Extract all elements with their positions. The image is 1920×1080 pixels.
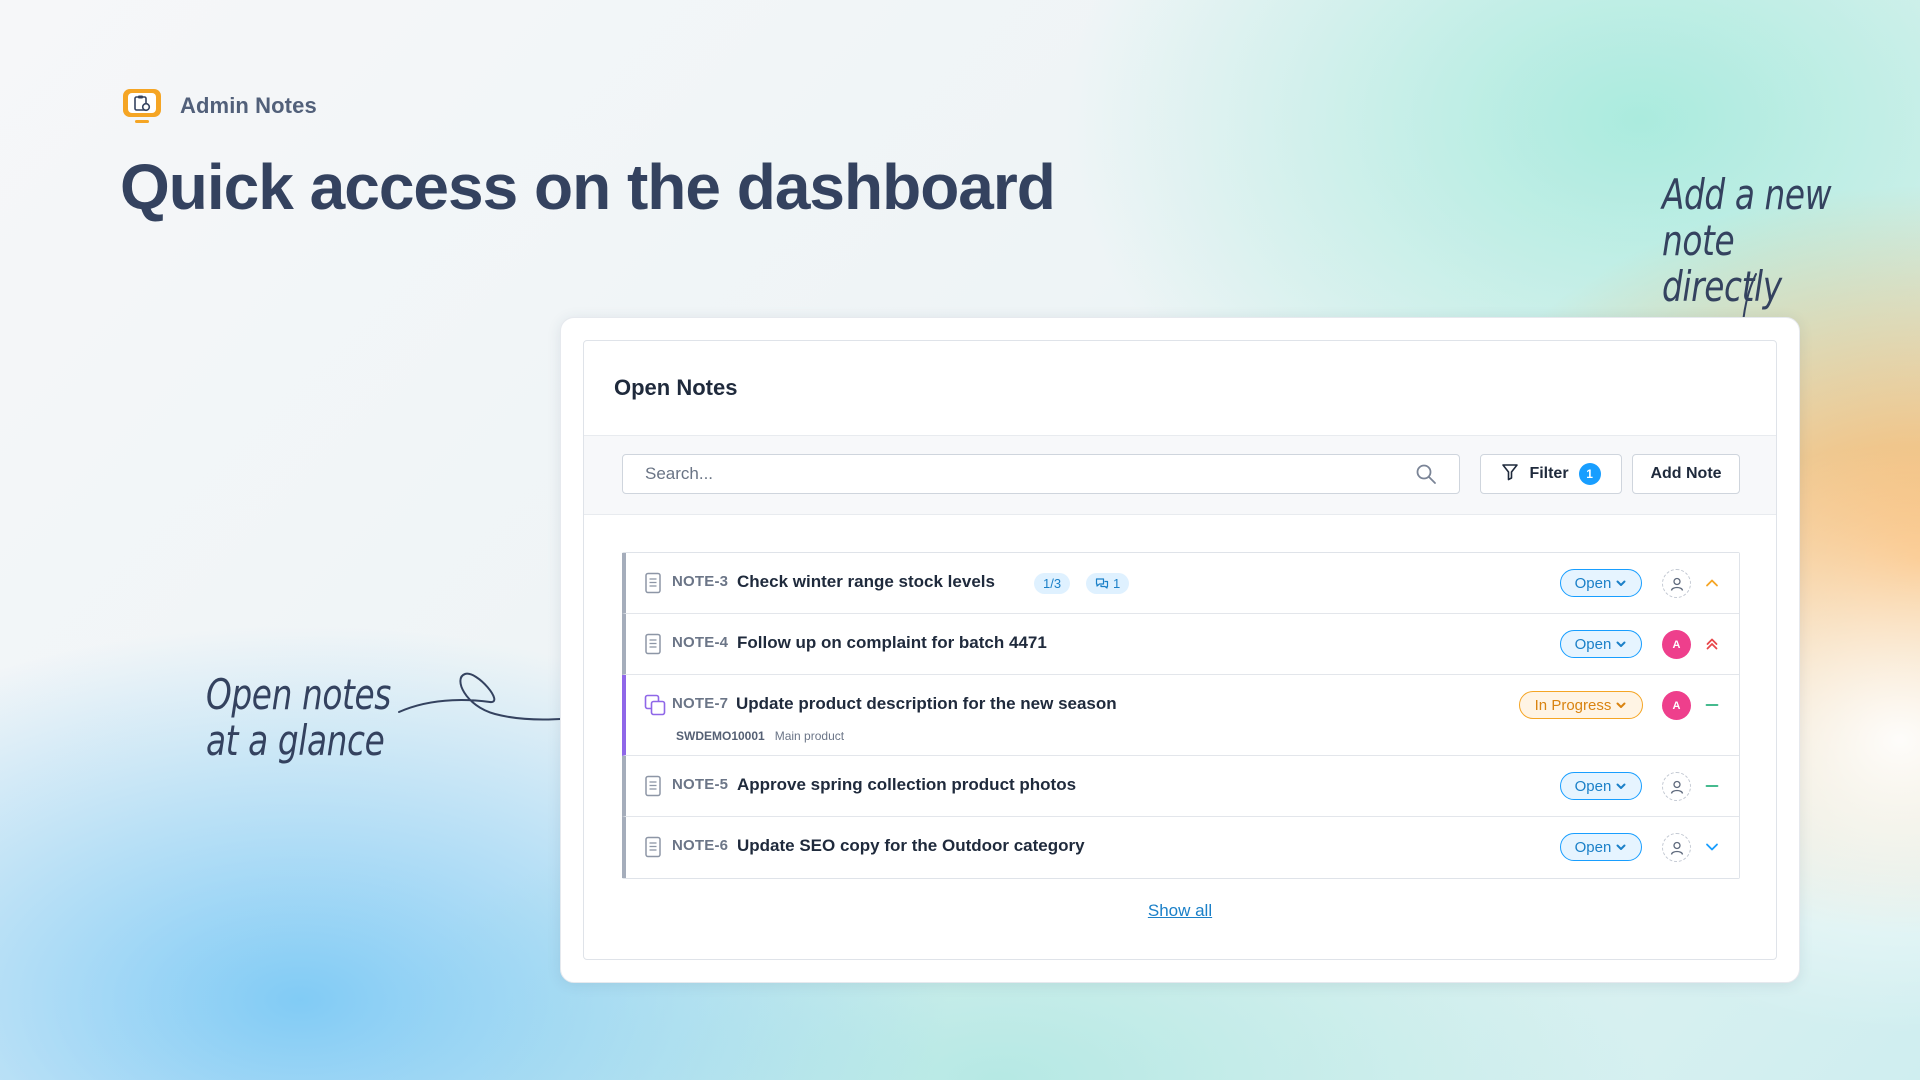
chevron-down-icon [1616, 844, 1626, 850]
note-id: NOTE-5 [672, 776, 729, 793]
app-name: Admin Notes [180, 93, 317, 118]
chevron-down-icon [1616, 702, 1626, 708]
assignee-avatar[interactable]: A [1662, 630, 1691, 659]
show-all-link[interactable]: Show all [584, 901, 1776, 921]
chevron-down-icon [1616, 783, 1626, 789]
widget-toolbar: Filter 1 Add Note [584, 435, 1776, 515]
document-icon [644, 572, 662, 594]
note-id: NOTE-6 [672, 837, 729, 854]
note-row[interactable]: NOTE-6 Update SEO copy for the Outdoor c… [622, 817, 1739, 878]
status-dropdown[interactable]: In Progress [1519, 691, 1643, 719]
unassigned-avatar[interactable] [1662, 833, 1691, 862]
note-id: NOTE-7 [672, 695, 729, 712]
note-row[interactable]: NOTE-4 Follow up on complaint for batch … [622, 614, 1739, 675]
priority-high-icon [1703, 574, 1721, 592]
search-field[interactable] [622, 454, 1460, 494]
search-icon[interactable] [1415, 463, 1437, 485]
status-label: Open [1574, 777, 1612, 795]
status-dropdown[interactable]: Open [1560, 833, 1642, 861]
document-icon [644, 836, 662, 858]
status-label: In Progress [1534, 696, 1612, 714]
priority-low-icon [1703, 838, 1721, 856]
filter-label: Filter [1529, 465, 1569, 482]
priority-medium-icon [1703, 696, 1721, 714]
filter-button[interactable]: Filter 1 [1480, 454, 1622, 494]
status-label: Open [1574, 838, 1612, 856]
add-note-button[interactable]: Add Note [1632, 454, 1740, 494]
chevron-down-icon [1616, 580, 1626, 586]
note-title[interactable]: Update product description for the new s… [736, 694, 1117, 714]
chevron-down-icon [1616, 641, 1626, 647]
search-input[interactable] [623, 464, 1415, 484]
product-reference: SWDEMO10001 Main product [676, 729, 844, 743]
document-icon [644, 775, 662, 797]
open-notes-widget: Open Notes Filter 1 Add Note NOTE-3 Chec… [583, 340, 1777, 960]
comment-icon [1095, 578, 1109, 589]
note-row[interactable]: NOTE-7 Update product description for th… [622, 675, 1739, 756]
unassigned-avatar[interactable] [1662, 569, 1691, 598]
document-icon [644, 633, 662, 655]
notes-list: NOTE-3 Check winter range stock levels 1… [622, 552, 1740, 879]
comment-count: 1 [1113, 576, 1121, 591]
note-title[interactable]: Check winter range stock levels [737, 572, 995, 592]
filter-count-badge: 1 [1578, 463, 1601, 485]
page-headline: Quick access on the dashboard [120, 151, 1056, 223]
user-icon [1670, 577, 1683, 591]
status-label: Open [1574, 635, 1612, 653]
comment-count-badge: 1 [1086, 573, 1130, 594]
app-brand: Admin Notes [122, 88, 317, 124]
product-sku[interactable]: SWDEMO10001 [676, 729, 765, 743]
status-dropdown[interactable]: Open [1560, 772, 1642, 800]
note-id: NOTE-3 [672, 573, 729, 590]
status-label: Open [1574, 574, 1612, 592]
annotation-line: at a glance [206, 716, 385, 765]
note-title[interactable]: Follow up on complaint for batch 4471 [737, 633, 1047, 653]
annotation-line: Add a new [1662, 170, 1832, 219]
task-progress-badge: 1/3 [1034, 573, 1071, 594]
priority-highest-icon [1703, 635, 1721, 653]
note-title[interactable]: Update SEO copy for the Outdoor category [737, 836, 1085, 856]
assignee-avatar[interactable]: A [1662, 691, 1691, 720]
status-dropdown[interactable]: Open [1560, 569, 1642, 597]
status-dropdown[interactable]: Open [1560, 630, 1642, 658]
priority-medium-icon [1703, 777, 1721, 795]
admin-notes-logo-icon [122, 88, 162, 124]
filter-icon [1501, 463, 1519, 486]
note-id: NOTE-4 [672, 634, 729, 651]
widget-title: Open Notes [614, 375, 738, 400]
annotation-line: Open notes [206, 670, 391, 719]
user-icon [1670, 780, 1683, 794]
user-icon [1670, 841, 1683, 855]
note-row[interactable]: NOTE-3 Check winter range stock levels 1… [622, 553, 1739, 614]
open-notes-annotation: Open notes at a glance [206, 672, 391, 764]
note-title[interactable]: Approve spring collection product photos [737, 775, 1076, 795]
variant-documents-icon [644, 694, 666, 716]
note-row[interactable]: NOTE-5 Approve spring collection product… [622, 756, 1739, 817]
product-type: Main product [774, 729, 845, 743]
unassigned-avatar[interactable] [1662, 772, 1691, 801]
